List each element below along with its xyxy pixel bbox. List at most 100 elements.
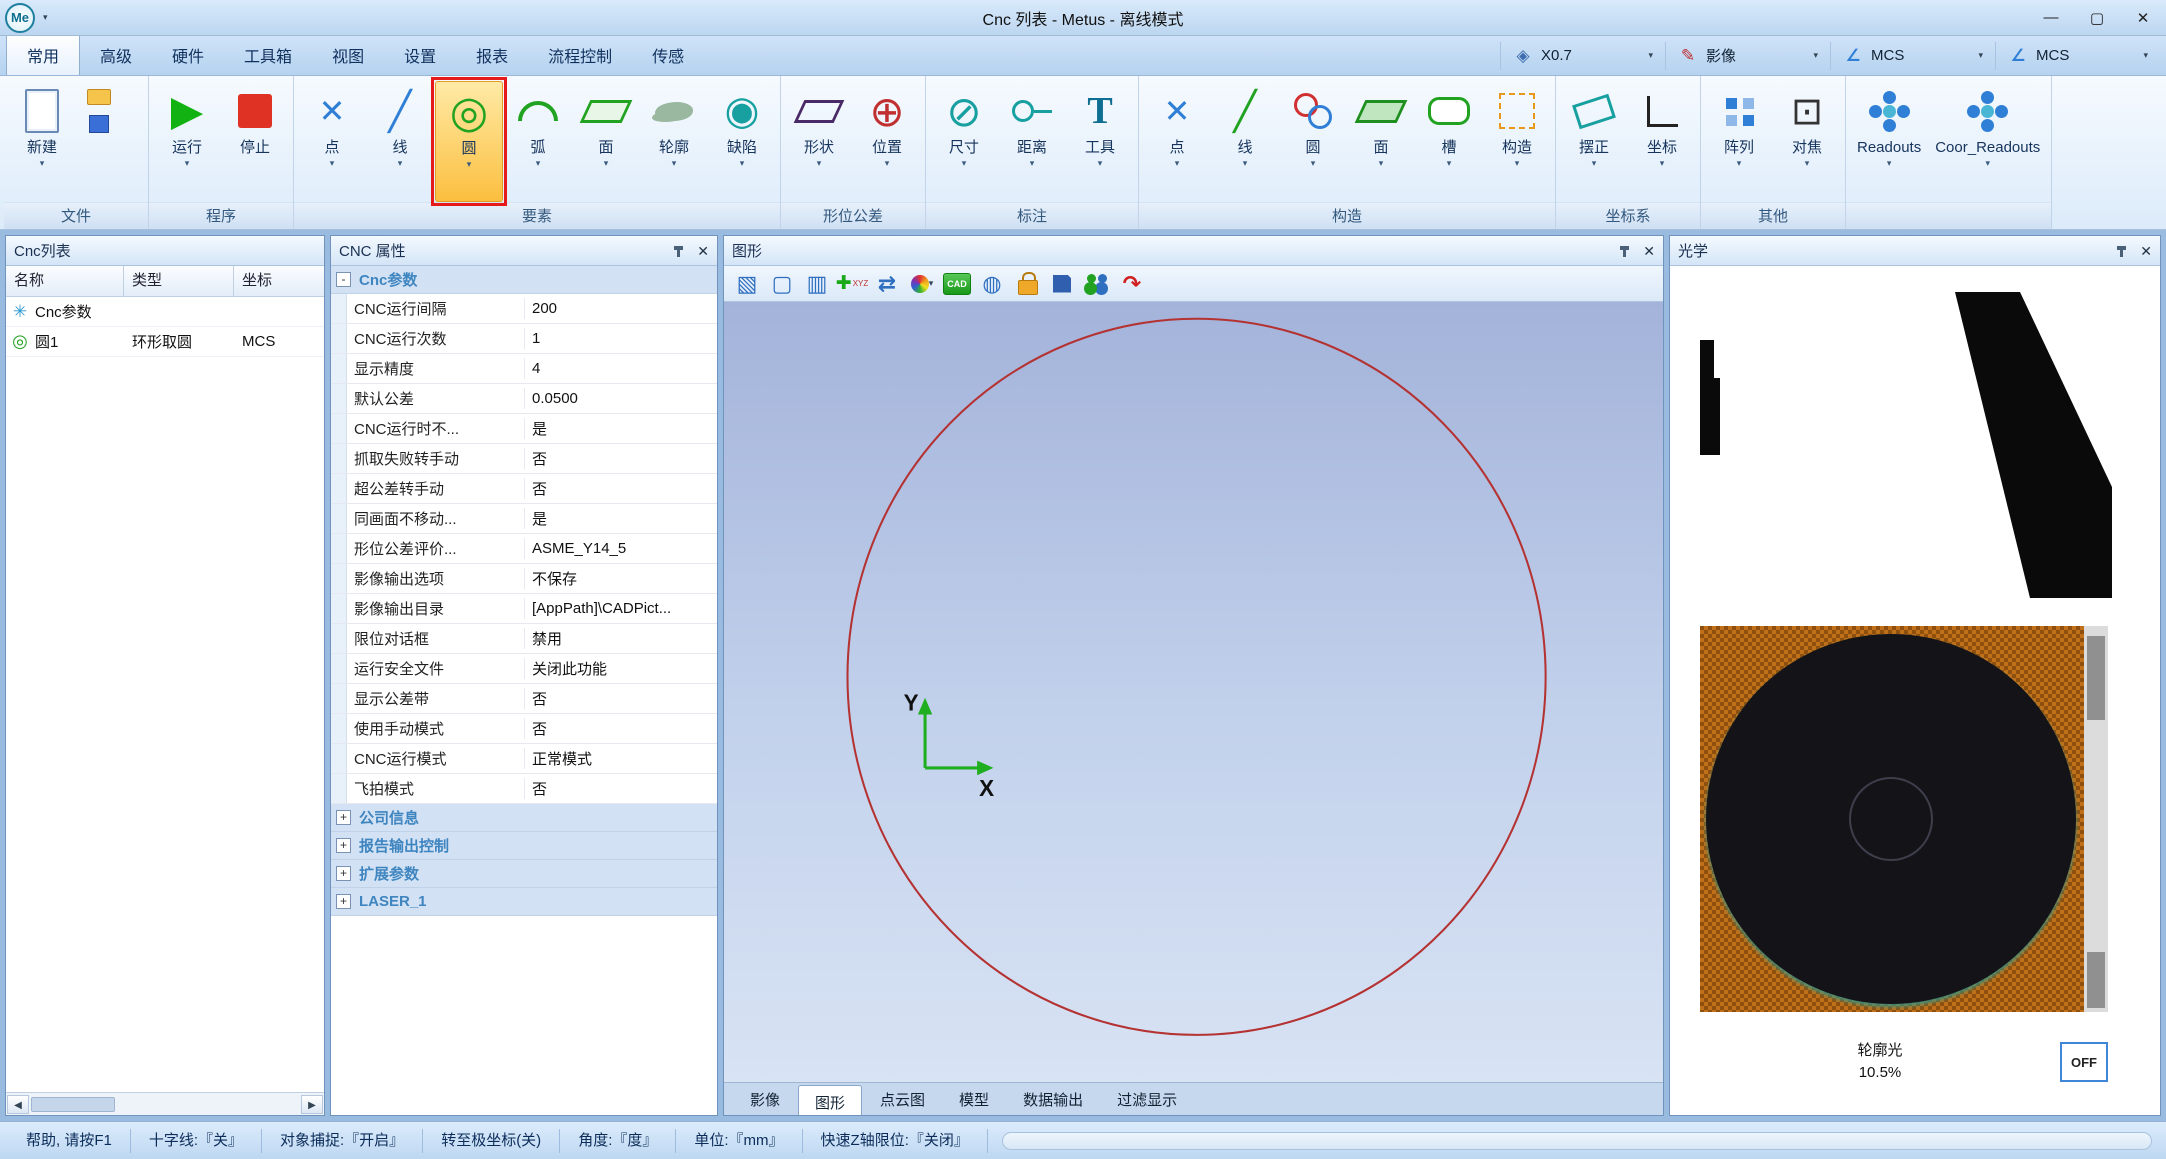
prop-value[interactable]: 否: [525, 478, 717, 499]
redo-icon[interactable]: [1117, 270, 1147, 298]
view-sphere-icon[interactable]: [977, 270, 1007, 298]
chevron-down-icon[interactable]: ▾: [1648, 50, 1653, 61]
prop-value[interactable]: 4: [525, 360, 717, 377]
prop-value[interactable]: 是: [525, 418, 717, 439]
prop-row[interactable]: CNC运行时不... 是: [331, 414, 717, 444]
zoom-window-icon[interactable]: [767, 270, 797, 298]
ribbon-button[interactable]: 构造 ▾: [1484, 81, 1550, 202]
prop-row[interactable]: 形位公差评价... ASME_Y14_5: [331, 534, 717, 564]
prop-value[interactable]: 否: [525, 448, 717, 469]
prop-value[interactable]: 1: [525, 330, 717, 347]
list-item[interactable]: Cnc参数: [6, 297, 324, 327]
prop-row[interactable]: CNC运行次数 1: [331, 324, 717, 354]
view-layout-icon[interactable]: [802, 270, 832, 298]
graphics-tab[interactable]: 点云图: [864, 1083, 941, 1115]
prop-row[interactable]: 限位对话框 禁用: [331, 624, 717, 654]
prop-group-header[interactable]: + 报告输出控制: [331, 832, 717, 860]
status-item[interactable]: 帮助, 请按F1: [8, 1129, 131, 1153]
combo-box[interactable]: MCS ▾: [1830, 42, 1995, 70]
ribbon-tab[interactable]: 硬件: [152, 34, 224, 75]
add-xyz-icon[interactable]: [837, 270, 867, 298]
share-view-icon[interactable]: [1082, 270, 1112, 298]
ribbon-button[interactable]: Readouts ▾: [1851, 81, 1927, 202]
ribbon-button[interactable]: 形状 ▾: [786, 81, 852, 202]
pin-icon[interactable]: [1618, 244, 1631, 257]
ribbon-button[interactable]: 新建 ▾: [9, 81, 75, 202]
save-view-icon[interactable]: [1047, 270, 1077, 298]
prop-value[interactable]: 0.0500: [525, 390, 717, 407]
drawing-canvas[interactable]: Y X: [724, 302, 1663, 1082]
prop-row[interactable]: 运行安全文件 关闭此功能: [331, 654, 717, 684]
zoom-extents-icon[interactable]: [732, 270, 762, 298]
ribbon-button[interactable]: ▾: [77, 81, 143, 202]
graphics-tab[interactable]: 数据输出: [1007, 1083, 1099, 1115]
ribbon-button[interactable]: 点 ▾: [1144, 81, 1210, 202]
prop-group-header[interactable]: + LASER_1: [331, 888, 717, 916]
prop-row[interactable]: 显示精度 4: [331, 354, 717, 384]
column-header[interactable]: 类型: [124, 266, 234, 296]
ribbon-button[interactable]: 运行 ▾: [154, 81, 220, 202]
prop-row[interactable]: 显示公差带 否: [331, 684, 717, 714]
collapse-icon[interactable]: -: [336, 272, 351, 287]
status-item[interactable]: 对象捕捉:『开启』: [262, 1129, 423, 1153]
combo-box[interactable]: 影像 ▾: [1665, 42, 1830, 70]
ribbon-button[interactable]: 尺寸 ▾: [931, 81, 997, 202]
ribbon-tab[interactable]: 工具箱: [224, 34, 312, 75]
graphics-tab[interactable]: 过滤显示: [1101, 1083, 1193, 1115]
prop-row[interactable]: 抓取失败转手动 否: [331, 444, 717, 474]
ribbon-button[interactable]: 线 ▾: [1212, 81, 1278, 202]
ribbon-tab[interactable]: 流程控制: [528, 34, 632, 75]
ribbon-button[interactable]: 槽 ▾: [1416, 81, 1482, 202]
scrollbar-thumb[interactable]: [2087, 636, 2105, 720]
ribbon-button[interactable]: 面 ▾: [1348, 81, 1414, 202]
prop-group-header[interactable]: - Cnc参数: [331, 266, 717, 294]
ribbon-tab[interactable]: 设置: [384, 34, 456, 75]
scroll-right-icon[interactable]: ▶: [301, 1095, 323, 1114]
prop-row[interactable]: 飞拍模式 否: [331, 774, 717, 804]
graphics-tab[interactable]: 模型: [943, 1083, 1005, 1115]
app-logo-icon[interactable]: Me: [5, 3, 35, 33]
ribbon-button[interactable]: 位置 ▾: [854, 81, 920, 202]
prop-value[interactable]: 关闭此功能: [525, 658, 717, 679]
horizontal-scrollbar[interactable]: ◀ ▶: [6, 1092, 324, 1115]
color-picker-icon[interactable]: [907, 270, 937, 298]
prop-value[interactable]: 禁用: [525, 628, 717, 649]
maximize-button[interactable]: ▢: [2074, 3, 2120, 33]
ribbon-tab[interactable]: 报表: [456, 34, 528, 75]
ribbon-tab[interactable]: 常用: [6, 33, 80, 75]
ribbon-tab[interactable]: 传感: [632, 34, 704, 75]
prop-value[interactable]: 不保存: [525, 568, 717, 589]
prop-value[interactable]: 正常模式: [525, 748, 717, 769]
ribbon-button[interactable]: 缺陷 ▾: [709, 81, 775, 202]
expand-icon[interactable]: +: [336, 866, 351, 881]
ribbon-button[interactable]: 摆正 ▾: [1561, 81, 1627, 202]
minimize-button[interactable]: —: [2028, 3, 2074, 33]
prop-value[interactable]: ASME_Y14_5: [525, 540, 717, 557]
close-button[interactable]: ✕: [2120, 3, 2166, 33]
status-item[interactable]: 角度:『度』: [560, 1129, 676, 1153]
expand-icon[interactable]: +: [336, 810, 351, 825]
ribbon-button[interactable]: 停止 ▾: [222, 81, 288, 202]
ribbon-button[interactable]: 圆 ▾: [435, 81, 503, 202]
measured-circle[interactable]: [847, 319, 1545, 1035]
status-item[interactable]: 单位:『mm』: [676, 1129, 802, 1153]
ribbon-button[interactable]: 工具 ▾: [1067, 81, 1133, 202]
prop-group-header[interactable]: + 扩展参数: [331, 860, 717, 888]
prop-row[interactable]: CNC运行间隔 200: [331, 294, 717, 324]
status-item[interactable]: 转至极坐标(关): [423, 1129, 560, 1153]
lock-view-icon[interactable]: [1012, 270, 1042, 298]
close-icon[interactable]: ✕: [2140, 244, 2152, 258]
expand-icon[interactable]: +: [336, 894, 351, 909]
prop-value[interactable]: 否: [525, 688, 717, 709]
ribbon-tab[interactable]: 高级: [80, 34, 152, 75]
prop-value[interactable]: [AppPath]\CADPict...: [525, 600, 717, 617]
ribbon-button[interactable]: 线 ▾: [367, 81, 433, 202]
status-item[interactable]: 十字线:『关』: [131, 1129, 262, 1153]
prop-value[interactable]: 200: [525, 300, 717, 317]
ribbon-button[interactable]: 对焦 ▾: [1774, 81, 1840, 202]
ribbon-button[interactable]: 坐标 ▾: [1629, 81, 1695, 202]
ribbon-button[interactable]: 点 ▾: [299, 81, 365, 202]
prop-value[interactable]: 否: [525, 778, 717, 799]
expand-icon[interactable]: +: [336, 838, 351, 853]
ribbon-button[interactable]: 圆 ▾: [1280, 81, 1346, 202]
